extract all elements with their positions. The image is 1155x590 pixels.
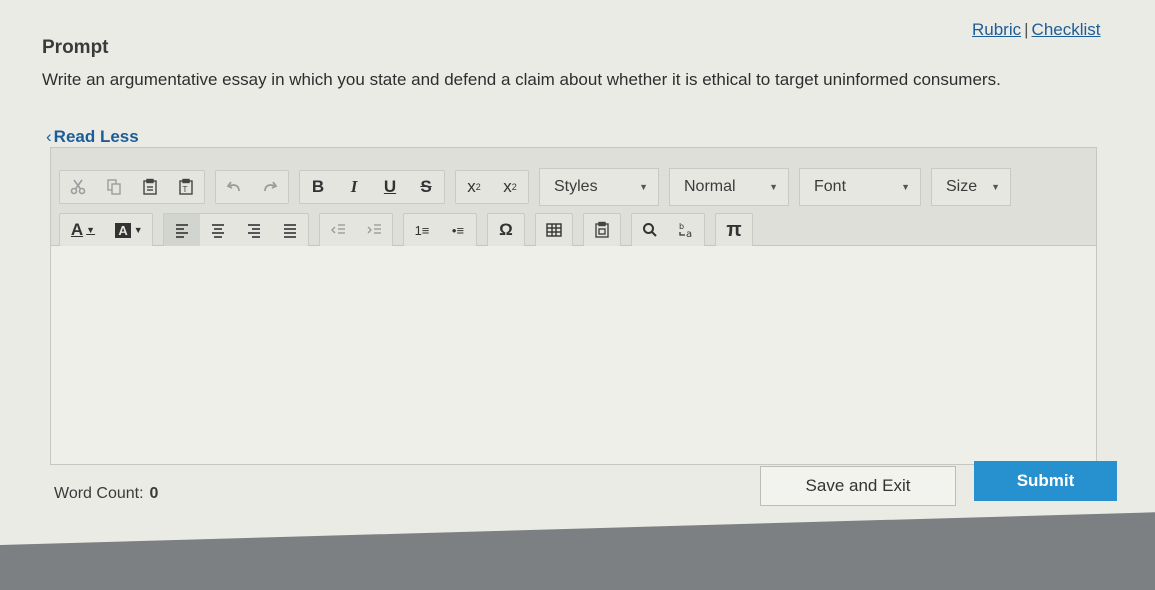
bg-color-glyph: A xyxy=(115,222,131,238)
align-center-icon[interactable] xyxy=(200,214,236,246)
history-group xyxy=(215,170,289,204)
table-group xyxy=(535,213,573,247)
indent-group xyxy=(319,213,393,247)
word-count: Word Count: 0 xyxy=(54,485,158,503)
align-right-icon[interactable] xyxy=(236,214,272,246)
superscript-button[interactable]: x2 xyxy=(492,171,528,203)
size-label: Size xyxy=(946,178,978,195)
superscript-index: 2 xyxy=(511,182,517,192)
align-group xyxy=(163,213,309,247)
find-group: ba xyxy=(631,213,705,247)
undo-icon[interactable] xyxy=(216,171,252,203)
subscript-index: 2 xyxy=(475,182,481,192)
underline-button[interactable]: U xyxy=(372,171,408,203)
prompt-heading: Prompt xyxy=(42,37,109,58)
caret-down-icon: ▼ xyxy=(769,182,778,192)
caret-down-icon: ▼ xyxy=(901,182,910,192)
chevron-left-icon: ‹ xyxy=(46,127,52,146)
editor-toolbar: T B I U S x2 x 2 Styles ▼ Normal ▼ Font … xyxy=(51,148,1096,247)
format-label: Normal xyxy=(684,178,736,195)
text-color-button[interactable]: A ▼ xyxy=(60,214,106,246)
caret-down-icon: ▼ xyxy=(639,182,648,192)
superscript-base: x xyxy=(503,177,512,196)
read-less-label: Read Less xyxy=(53,127,139,146)
caret-down-icon: ▼ xyxy=(86,225,96,235)
styles-label: Styles xyxy=(554,178,598,195)
subscript-button[interactable]: x2 xyxy=(456,171,492,203)
word-count-value: 0 xyxy=(149,485,159,502)
clipboard-group: T xyxy=(59,170,205,204)
special-char-group: Ω xyxy=(487,213,525,247)
caret-down-icon: ▼ xyxy=(133,225,143,235)
top-links: Rubric | Checklist xyxy=(972,20,1101,40)
script-group: x2 x2 xyxy=(455,170,529,204)
rubric-link[interactable]: Rubric xyxy=(972,20,1021,39)
strikethrough-button[interactable]: S xyxy=(408,171,444,203)
toolbar-row-1: T B I U S x2 x 2 Styles ▼ Normal ▼ Font … xyxy=(59,168,1021,206)
paste-plain-icon[interactable]: T xyxy=(168,171,204,203)
bold-button[interactable]: B xyxy=(300,171,336,203)
size-dropdown[interactable]: Size ▼ xyxy=(931,168,1011,206)
numbered-list-button[interactable]: 1≡ xyxy=(404,214,440,246)
paste-word-group xyxy=(583,213,621,247)
background-color-button[interactable]: A ▼ xyxy=(106,214,152,246)
replace-icon[interactable]: ba xyxy=(668,214,704,246)
caret-down-icon: ▼ xyxy=(991,182,1000,192)
styles-dropdown[interactable]: Styles ▼ xyxy=(539,168,659,206)
font-dropdown[interactable]: Font ▼ xyxy=(799,168,921,206)
toolbar-row-2: A ▼ A ▼ 1≡ •≡ Ω b a π xyxy=(59,213,763,247)
svg-text:T: T xyxy=(182,185,188,194)
font-label: Font xyxy=(814,178,847,195)
color-group: A ▼ A ▼ xyxy=(59,213,153,247)
format-dropdown[interactable]: Normal ▼ xyxy=(669,168,789,206)
list-group: 1≡ •≡ xyxy=(403,213,477,247)
text-color-glyph: A xyxy=(70,220,84,239)
text-style-group: B I U S xyxy=(299,170,445,204)
essay-text-area[interactable] xyxy=(51,246,1096,464)
word-count-label: Word Count: xyxy=(54,485,144,502)
read-less-link[interactable]: ‹ Read Less xyxy=(46,127,139,147)
math-group: π xyxy=(715,213,753,247)
align-justify-icon[interactable] xyxy=(272,214,308,246)
cut-icon[interactable] xyxy=(60,171,96,203)
save-and-exit-button[interactable]: Save and Exit xyxy=(760,466,956,506)
svg-text:b: b xyxy=(679,222,684,231)
copy-icon[interactable] xyxy=(96,171,132,203)
paste-icon[interactable] xyxy=(132,171,168,203)
indent-icon[interactable] xyxy=(356,214,392,246)
bulleted-list-button[interactable]: •≡ xyxy=(440,214,476,246)
math-button[interactable]: π xyxy=(716,214,752,246)
svg-text:a: a xyxy=(686,229,692,239)
link-separator: | xyxy=(1024,20,1029,39)
essay-page: Prompt Rubric | Checklist Write an argumen… xyxy=(0,0,1155,545)
outdent-icon[interactable] xyxy=(320,214,356,246)
rich-text-editor: T B I U S x2 x 2 Styles ▼ Normal ▼ Font … xyxy=(50,147,1097,465)
table-icon[interactable] xyxy=(536,214,572,246)
search-icon[interactable] xyxy=(632,214,668,246)
checklist-link[interactable]: Checklist xyxy=(1032,20,1101,39)
prompt-text: Write an argumentative essay in which yo… xyxy=(42,70,1001,89)
paste-from-word-icon[interactable] xyxy=(584,214,620,246)
align-left-icon[interactable] xyxy=(164,214,200,246)
redo-icon[interactable] xyxy=(252,171,288,203)
italic-button[interactable]: I xyxy=(336,171,372,203)
submit-button[interactable]: Submit xyxy=(974,461,1117,501)
subscript-base: x xyxy=(467,177,476,196)
special-character-button[interactable]: Ω xyxy=(488,214,524,246)
